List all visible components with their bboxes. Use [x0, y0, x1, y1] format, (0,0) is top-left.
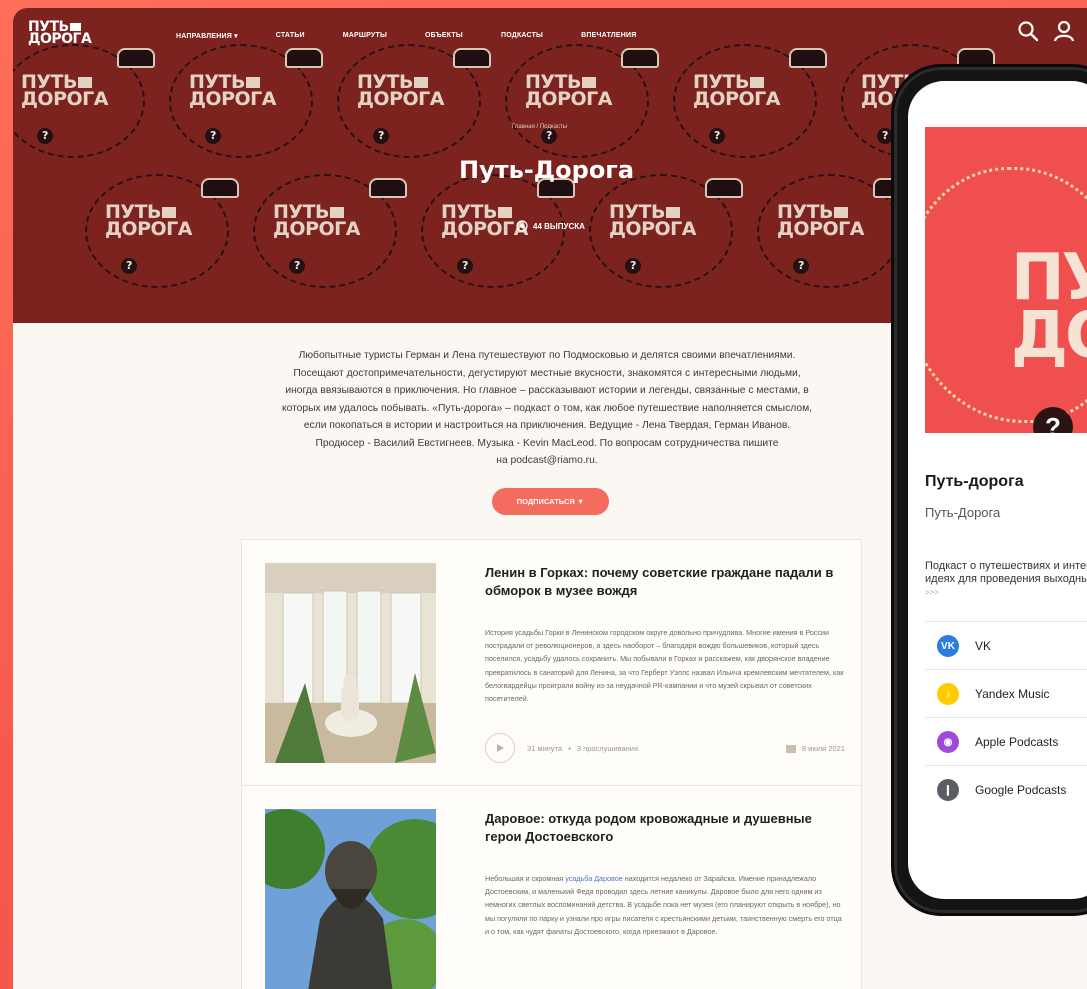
podcast-cover[interactable]: ПУТЬДОРОГА ? — [925, 127, 1087, 433]
phone-podcast-description: Подкаст о путешествиях и интересных идея… — [925, 560, 1087, 586]
platform-label: Google Podcasts — [975, 783, 1067, 797]
nav-item[interactable]: ПОДКАСТЫ — [501, 32, 543, 40]
phone-screen: ПУТЬДОРОГА ? Путь-дорога Путь-Дорога Под… — [908, 81, 1087, 899]
phone-mockup: ПУТЬДОРОГА ? Путь-дорога Путь-Дорога Под… — [897, 70, 1087, 910]
site-logo[interactable]: ПУТЬ ДОРОГА — [28, 20, 92, 47]
cover-line2: ДОРОГА — [1011, 299, 1087, 373]
vk-icon: VK — [937, 635, 959, 657]
page-title: Путь-Дорога — [459, 156, 635, 184]
subscribe-button[interactable]: ПОДПИСАТЬСЯ ▼ — [492, 488, 609, 515]
platform-label: Apple Podcasts — [975, 735, 1059, 749]
question-mark-icon: ? — [289, 258, 305, 274]
phone-desc-line2: идеях для проведения выходных — [925, 573, 1087, 585]
podcast-icon — [516, 220, 528, 232]
pattern-logo: ПУТЬДОРОГА? — [357, 48, 491, 144]
episode-count: 44 ВЫПУСКА — [516, 220, 585, 232]
logo-line2: ДОРОГА — [28, 31, 92, 47]
episode-thumbnail[interactable] — [265, 809, 436, 989]
description-line: на podcast@riamo.ru. — [496, 455, 598, 466]
description-line: Посещают достопримечательности, дегустир… — [293, 367, 801, 379]
description-line: иногда ввязываются в приключения. Но гла… — [285, 385, 809, 396]
calendar-icon — [785, 744, 796, 753]
question-mark-icon: ? — [541, 128, 557, 144]
episode-count-label: 44 ВЫПУСКА — [533, 221, 585, 231]
phone-more-link[interactable]: >>> — [925, 588, 939, 597]
description-line: Любопытные туристы Герман и Лена путешес… — [298, 350, 796, 361]
user-icon[interactable] — [1053, 20, 1075, 42]
question-mark-icon: ? — [205, 128, 221, 144]
nav-item[interactable]: ОБЪЕКТЫ — [425, 32, 463, 40]
question-mark-icon: ? — [121, 258, 137, 274]
car-icon — [369, 178, 407, 198]
car-icon — [789, 48, 827, 68]
platform-label: VK — [975, 639, 992, 653]
episode-card[interactable]: Ленин в Горках: почему советские граждан… — [241, 539, 862, 787]
question-mark-icon: ? — [37, 128, 53, 144]
description-line: Продюсер - Василий Евстигнеев. Музыка - … — [315, 437, 779, 449]
pattern-logo: ПУТЬДОРОГА? — [693, 48, 827, 144]
pattern-logo: ПУТЬДОРОГА? — [609, 178, 743, 274]
pattern-logo: ПУТЬДОРОГА? — [21, 48, 155, 144]
episode-description-text: Небольшая и скромная — [485, 874, 566, 883]
phone-desc-line1: Подкаст о путешествиях и интересных — [925, 560, 1087, 572]
car-icon — [621, 48, 659, 68]
episode-card[interactable]: Даровое: откуда родом кровожадные и душе… — [241, 785, 862, 989]
meta-separator: • — [568, 743, 571, 753]
question-mark-icon: ? — [373, 128, 389, 144]
episode-description: Небольшая и скромная усадьба Даровое нах… — [485, 872, 845, 938]
yandex-music-icon: ♪ — [937, 683, 959, 705]
platform-link[interactable]: VK VK — [925, 621, 1087, 670]
car-icon — [957, 48, 995, 68]
nav-item[interactable]: ВПЕЧАТЛЕНИЯ — [581, 32, 636, 40]
car-icon — [117, 48, 155, 68]
car-icon — [285, 48, 323, 68]
platform-label: Yandex Music — [975, 687, 1050, 701]
estate-link[interactable]: усадьба Даровое — [565, 874, 623, 883]
platform-link[interactable]: ❙ Google Podcasts — [925, 765, 1087, 814]
pattern-logo: ПУТЬДОРОГА? — [525, 48, 659, 144]
main-nav: НАПРАВЛЕНИЯ ▾ СТАТЬИ МАРШРУТЫ ОБЪЕКТЫ ПОДКАС… — [176, 32, 675, 40]
search-icon[interactable] — [1017, 20, 1039, 42]
platform-link[interactable]: ◉ Apple Podcasts — [925, 717, 1087, 766]
question-mark-icon: ? — [709, 128, 725, 144]
question-mark-icon: ? — [793, 258, 809, 274]
question-mark-icon: ? — [877, 128, 893, 144]
play-button[interactable] — [485, 733, 515, 763]
episode-date: 8 июля 2021 — [801, 743, 845, 753]
nav-item[interactable]: МАРШРУТЫ — [343, 32, 387, 40]
description-line: если покопаться в истории и настроиться … — [303, 420, 791, 431]
google-podcasts-icon: ❙ — [937, 779, 959, 801]
episode-listens: 3 прослушивания — [576, 743, 639, 753]
episode-meta: 31 минута • 3 прослушивания 8 июля 2021 — [485, 733, 845, 763]
phone-podcast-author: Путь-Дорога — [925, 505, 1001, 520]
episode-title[interactable]: Даровое: откуда родом кровожадные и душе… — [485, 810, 845, 846]
car-icon — [705, 178, 743, 198]
header-icons — [1017, 20, 1075, 42]
apple-podcasts-icon: ◉ — [937, 731, 959, 753]
phone-podcast-title: Путь-дорога — [925, 473, 1024, 490]
car-icon — [453, 48, 491, 68]
nav-item[interactable]: НАПРАВЛЕНИЯ ▾ — [176, 32, 238, 40]
question-mark-icon: ? — [625, 258, 641, 274]
nav-item[interactable]: СТАТЬИ — [276, 32, 305, 40]
pattern-logo: ПУТЬДОРОГА? — [777, 178, 911, 274]
car-icon — [201, 178, 239, 198]
episode-date-wrap: 8 июля 2021 — [785, 743, 845, 753]
pattern-logo: ПУТЬДОРОГА? — [441, 178, 575, 274]
episode-description: История усадьбы Горки в Ленинском городс… — [485, 628, 844, 704]
episode-duration: 31 минута — [527, 743, 563, 753]
pattern-logo: ПУТЬДОРОГА? — [105, 178, 239, 274]
play-icon — [497, 744, 504, 752]
episode-thumbnail[interactable] — [265, 563, 436, 763]
platform-link[interactable]: ♪ Yandex Music — [925, 669, 1087, 718]
podcast-description: Любопытные туристы Герман и Лена путешес… — [232, 347, 862, 470]
description-line: которых им удалось побывать. «Путь-дорог… — [281, 402, 813, 414]
question-mark-icon: ? — [457, 258, 473, 274]
breadcrumb[interactable]: Главная / Подкасты — [512, 124, 567, 130]
pattern-logo: ПУТЬДОРОГА? — [273, 178, 407, 274]
episode-title[interactable]: Ленин в Горках: почему советские граждан… — [485, 564, 845, 600]
episode-description-text-rest: находится недалеко от Зарайска. Имение п… — [485, 874, 842, 936]
pattern-logo: ПУТЬДОРОГА? — [189, 48, 323, 144]
